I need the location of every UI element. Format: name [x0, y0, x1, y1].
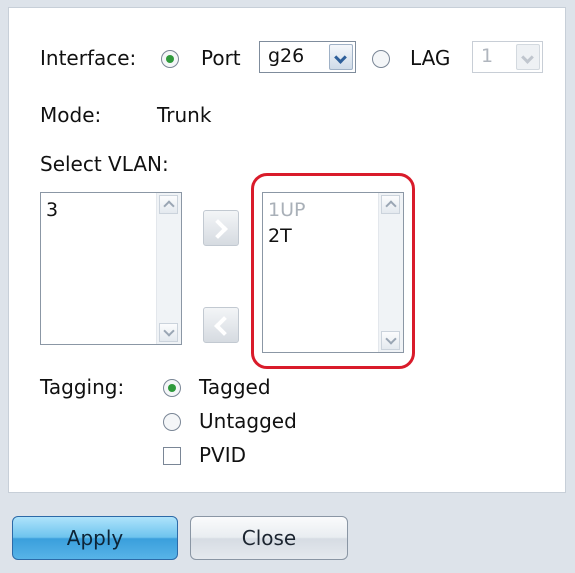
- untagged-radio[interactable]: [163, 413, 181, 431]
- tagging-label: Tagging:: [40, 375, 125, 399]
- remove-vlan-button[interactable]: [203, 307, 239, 343]
- interface-label: Interface:: [40, 46, 137, 70]
- selected-vlan-highlight: [251, 173, 415, 369]
- lag-select-value: 1: [481, 45, 494, 67]
- untagged-label: Untagged: [199, 409, 297, 433]
- lag-select[interactable]: 1: [472, 41, 543, 73]
- port-label: Port: [201, 46, 241, 70]
- select-vlan-label: Select VLAN:: [40, 152, 169, 176]
- port-radio[interactable]: [161, 50, 179, 68]
- port-select[interactable]: g26: [259, 41, 356, 73]
- tagged-label: Tagged: [199, 375, 271, 399]
- close-button[interactable]: Close: [190, 516, 348, 560]
- pvid-label: PVID: [199, 443, 247, 467]
- mode-value: Trunk: [157, 103, 212, 127]
- scroll-down-icon[interactable]: [159, 323, 178, 342]
- tagged-radio[interactable]: [163, 379, 181, 397]
- scroll-up-icon[interactable]: [159, 195, 178, 214]
- port-select-value: g26: [268, 45, 305, 67]
- scrollbar[interactable]: [156, 193, 181, 344]
- chevron-down-icon[interactable]: [329, 44, 353, 70]
- pvid-checkbox[interactable]: [163, 447, 181, 465]
- mode-label: Mode:: [40, 103, 102, 127]
- available-vlan-list[interactable]: 3: [40, 192, 182, 345]
- list-item[interactable]: 3: [46, 197, 58, 223]
- chevron-down-icon[interactable]: [516, 44, 540, 70]
- add-vlan-button[interactable]: [203, 210, 239, 246]
- apply-button[interactable]: Apply: [12, 516, 178, 560]
- lag-radio[interactable]: [372, 50, 390, 68]
- lag-label: LAG: [410, 46, 451, 70]
